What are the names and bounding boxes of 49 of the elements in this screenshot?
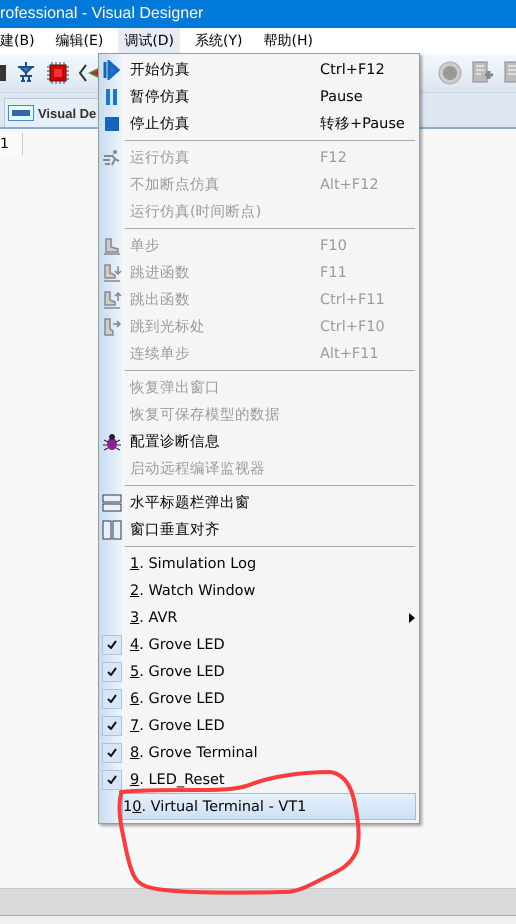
checkbox[interactable] [102,634,122,654]
window-title: rofessional - Visual Designer [0,5,204,23]
menu-item[interactable]: 2. Watch Window [99,577,416,604]
menu-item[interactable]: 暂停仿真 Pause [99,83,416,110]
step-in-icon [102,262,122,282]
checkbox[interactable] [102,662,122,682]
menu-item[interactable]: 6. Grove LED [99,685,416,712]
menu-item[interactable]: 1. Simulation Log [99,550,416,577]
menu-item[interactable]: 10. Virtual Terminal - VT1 [122,793,416,820]
menu-item[interactable]: 4. Grove LED [99,631,416,658]
boot-arrow-icon [102,316,122,336]
checkmark-icon [107,667,117,676]
horizontal-panes-icon [102,492,122,512]
menu-item[interactable]: 7. Grove LED [99,712,416,739]
menu-item[interactable]: 窗口垂直对齐 [99,516,416,543]
document-icon[interactable] [502,61,516,85]
checkmark-icon [107,640,117,649]
play-icon [102,60,122,80]
menu-bar-item[interactable]: 帮助(H) [258,28,319,54]
add-document-icon[interactable] [470,61,494,85]
chip-icon[interactable] [46,61,70,85]
menu-item[interactable]: 开始仿真 Ctrl+F12 [99,56,416,83]
menu-item[interactable]: 8. Grove Terminal [99,739,416,766]
menu-item[interactable]: 停止仿真 转移+Pause [99,110,416,137]
checkmark-icon [107,721,117,730]
menu-item[interactable]: 配置诊断信息 [99,428,416,455]
checkbox[interactable] [102,742,122,762]
vertical-panes-icon [102,520,122,540]
checkmark-icon [107,748,117,757]
checkbox[interactable] [102,770,122,790]
bug-icon [102,432,122,452]
checkmark-icon [107,775,117,784]
iot-icon[interactable] [438,61,462,85]
boot-icon [102,236,122,256]
menu-bar-item[interactable]: 调试(D) [118,28,180,54]
menu-bar-item[interactable]: 系统(Y) [189,28,249,54]
checkbox[interactable] [102,688,122,708]
menu-item[interactable]: 水平标题栏弹出窗 [99,489,416,516]
sheet-tab[interactable]: 1 [0,133,23,155]
menu-item[interactable]: 9. LED_Reset [99,766,416,793]
menu-bar-item[interactable]: 建(B) [0,28,41,54]
runner-icon [102,148,122,168]
checkmark-icon [107,694,117,703]
menu-item[interactable]: 5. Grove LED [99,658,416,685]
menu-item[interactable]: 3. AVR [99,604,416,631]
checkbox[interactable] [102,716,122,736]
menu-bar-item[interactable]: 编辑(E) [50,28,110,54]
binary-icon [8,105,34,121]
step-out-icon [102,290,122,310]
